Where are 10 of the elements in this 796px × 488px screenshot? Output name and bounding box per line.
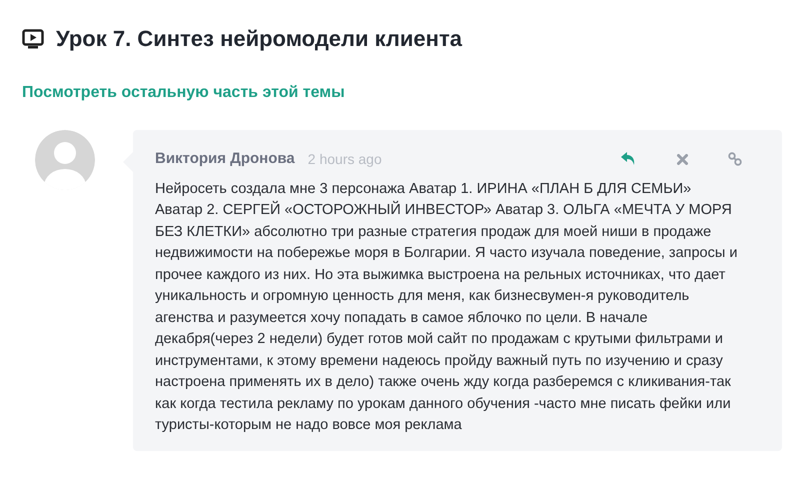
author-name: Виктория Дронова — [155, 149, 295, 169]
video-icon — [22, 28, 44, 48]
avatar-icon — [35, 130, 95, 190]
reply-icon[interactable] — [621, 152, 637, 166]
comment-text: Нейросеть создала мне 3 персонажа Аватар 1. ИРИНА «ПЛАН Б ДЛЯ СЕМЬИ» Аватар 2. СЕРГЕЙ «ОСТОРОЖНЫЙ ИНВЕСТОР» Аватар 3. ОЛЬГА «МЕЧТА У МОРЯ БЕЗ КЛЕТКИ» абсолютно три разные стратегия продаж для моей ниши в продаже недвижимости на побережье моря в Болгарии. Я часто изучала поведение, запросы и прочее каждого из них. Но эта выжимка выстроена на рельных источниках, что дает уникальность и огромную ценность для меня, как бизнесвумен-я руководитель агенства и разумеется хочу попадать в самое яблочко по цели. В начале декабря(через 2 недели) будет готов мой сайт по продажам с крутыми фильтрами и инструментами, к этому времени надеюсь пройду важный путь по изучению и сразу настроена применять их в дело) также очень жду когда разберемся с кликивания-так как когда тестила рекламу по урокам данного обучения -часто мне писать фейки или туристы-которым не надо вовсе моя реклама — [155, 180, 738, 435]
topic-link[interactable]: Посмотреть остальную часть этой темы — [22, 81, 345, 105]
lesson-title: Урок 7. Синтез нейромодели клиента — [56, 25, 462, 53]
close-icon[interactable] — [677, 154, 688, 165]
comment-time: 2 hours ago — [308, 150, 382, 169]
link-icon[interactable] — [728, 152, 742, 166]
